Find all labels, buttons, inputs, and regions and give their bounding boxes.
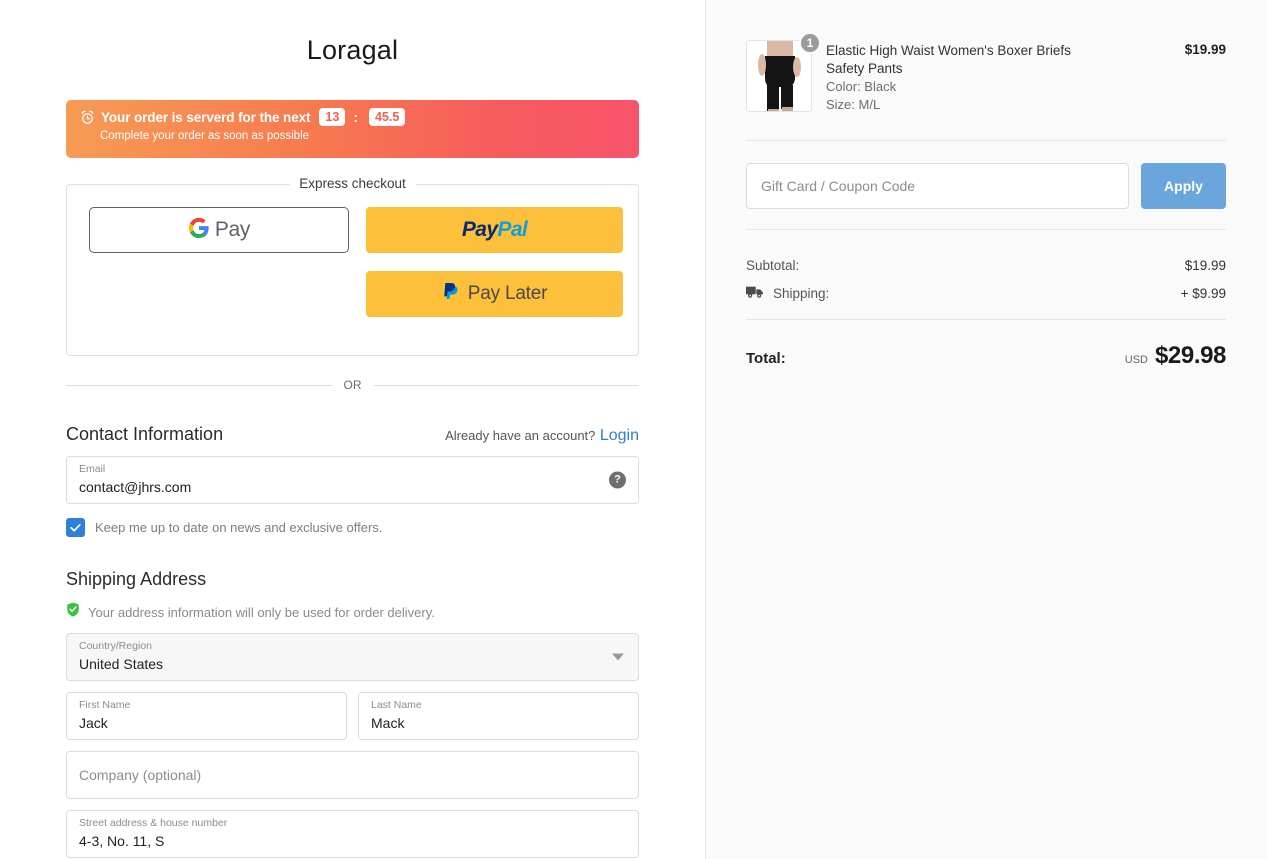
- summary-divider-top: [746, 140, 1226, 141]
- street-address-label: Street address & house number: [79, 817, 228, 829]
- last-name-label: Last Name: [371, 699, 422, 711]
- quantity-badge: 1: [799, 32, 821, 54]
- country-region-select[interactable]: Country/Region United States: [66, 633, 639, 681]
- subtotal-value: $19.99: [1184, 258, 1226, 273]
- first-name-value: Jack: [79, 715, 108, 731]
- email-field-label: Email: [79, 463, 106, 475]
- street-address-field[interactable]: Street address & house number 4-3, No. 1…: [66, 810, 639, 858]
- currency-label: USD: [1124, 354, 1148, 366]
- paypal-pal-text: Pal: [497, 218, 528, 241]
- total-value: $29.98: [1154, 342, 1226, 369]
- first-name-label: First Name: [79, 699, 131, 711]
- divider-line-left: [66, 384, 332, 386]
- timer-subtitle: Complete your order as soon as possible: [100, 130, 310, 142]
- company-placeholder: Company (optional): [79, 767, 202, 783]
- timer-minutes: 13: [319, 108, 346, 126]
- google-pay-label: Pay: [214, 218, 251, 241]
- shipping-address-header: Shipping Address: [66, 569, 639, 590]
- shipping-label: Shipping:: [773, 285, 830, 301]
- product-color: Color: Black: [826, 79, 897, 94]
- total-label: Total:: [746, 350, 786, 367]
- total-amount-wrap: USD $29.98: [1124, 342, 1227, 370]
- shield-check-icon: [66, 602, 80, 622]
- paypal-pay-text: Pay: [461, 218, 498, 241]
- product-thumbnail-wrap: 1: [746, 32, 821, 112]
- order-summary-panel: 1 Elastic High Waist Women's Boxer Brief…: [706, 0, 1267, 859]
- google-pay-button[interactable]: Pay: [89, 207, 349, 253]
- divider-line-right: [373, 384, 639, 386]
- contact-section-title: Contact Information: [66, 424, 224, 444]
- last-name-field[interactable]: Last Name Mack: [358, 692, 639, 740]
- or-divider: OR: [66, 378, 639, 392]
- alarm-clock-icon: [80, 110, 95, 125]
- shipping-label-wrap: Shipping:: [746, 285, 829, 301]
- subtotal-label: Subtotal:: [746, 258, 800, 273]
- street-address-value: 4-3, No. 11, S: [79, 833, 165, 849]
- country-field-label: Country/Region: [79, 640, 152, 652]
- apply-coupon-button[interactable]: Apply: [1141, 163, 1226, 209]
- paypal-pay-later-button[interactable]: Pay Later: [366, 271, 623, 317]
- express-checkout-legend: Express checkout: [289, 176, 416, 191]
- check-icon: [70, 523, 81, 532]
- or-label: OR: [343, 378, 362, 392]
- question-mark-icon[interactable]: ?: [609, 471, 626, 489]
- subtotal-row: Subtotal: $19.99: [746, 252, 1226, 279]
- page-title: Loragal: [306, 35, 399, 65]
- coupon-row: Gift Card / Coupon Code Apply: [746, 163, 1226, 209]
- coupon-input[interactable]: Gift Card / Coupon Code: [746, 163, 1129, 209]
- product-size: Size: M/L: [826, 97, 881, 112]
- grand-total-row: Total: USD $29.98: [746, 342, 1226, 370]
- express-checkout-section: Express checkout Pay PayPal Pay Later: [66, 176, 639, 356]
- timer-title: Your order is serverd for the next: [101, 109, 311, 125]
- first-name-field[interactable]: First Name Jack: [66, 692, 347, 740]
- google-g-icon: [188, 217, 210, 244]
- shipping-row: Shipping: + $9.99: [746, 279, 1226, 307]
- country-field-value: United States: [79, 656, 164, 672]
- account-prompt-text: Already have an account?: [445, 428, 596, 443]
- newsletter-checkbox[interactable]: [66, 518, 85, 537]
- newsletter-checkbox-row[interactable]: Keep me up to date on news and exclusive…: [66, 518, 639, 537]
- product-name: Elastic High Waist Women's Boxer Briefs …: [826, 43, 1071, 76]
- account-prompt: Already have an account? Login: [445, 427, 639, 445]
- privacy-note-row: Your address information will only be us…: [66, 602, 639, 622]
- paypal-p-icon: [442, 281, 461, 308]
- totals-list: Subtotal: $19.99 Shipping: + $9.99: [746, 252, 1226, 307]
- shipping-value: + $9.99: [1180, 285, 1226, 301]
- truck-icon: [746, 285, 764, 301]
- checkout-form-panel: Loragal Your order is serverd for the ne…: [0, 0, 706, 859]
- newsletter-label: Keep me up to date on news and exclusive…: [95, 520, 383, 535]
- cart-item: 1 Elastic High Waist Women's Boxer Brief…: [746, 32, 1226, 114]
- summary-divider-bottom: [746, 319, 1226, 320]
- cart-item-details: Elastic High Waist Women's Boxer Briefs …: [826, 40, 1171, 114]
- order-timer-banner: Your order is serverd for the next 13 : …: [66, 100, 639, 158]
- contact-information-header: Contact Information Already have an acco…: [66, 424, 639, 445]
- company-field[interactable]: Company (optional): [66, 751, 639, 799]
- timer-separator: :: [353, 109, 358, 125]
- summary-divider-mid: [746, 229, 1226, 230]
- last-name-value: Mack: [371, 715, 405, 731]
- email-field[interactable]: Email contact@jhrs.com ?: [66, 456, 639, 504]
- email-field-value: contact@jhrs.com: [79, 479, 192, 495]
- pay-later-label: Pay Later: [467, 283, 548, 304]
- paypal-button[interactable]: PayPal: [366, 207, 623, 253]
- login-link[interactable]: Login: [600, 427, 639, 444]
- paypal-wordmark: PayPal: [461, 218, 528, 242]
- chevron-down-icon[interactable]: [612, 653, 624, 661]
- privacy-note-text: Your address information will only be us…: [88, 604, 435, 620]
- checkout-page: Loragal Your order is serverd for the ne…: [0, 0, 1267, 859]
- shipping-section-title: Shipping Address: [66, 569, 207, 589]
- timer-seconds: 45.5: [369, 108, 406, 126]
- product-price: $19.99: [1184, 42, 1226, 57]
